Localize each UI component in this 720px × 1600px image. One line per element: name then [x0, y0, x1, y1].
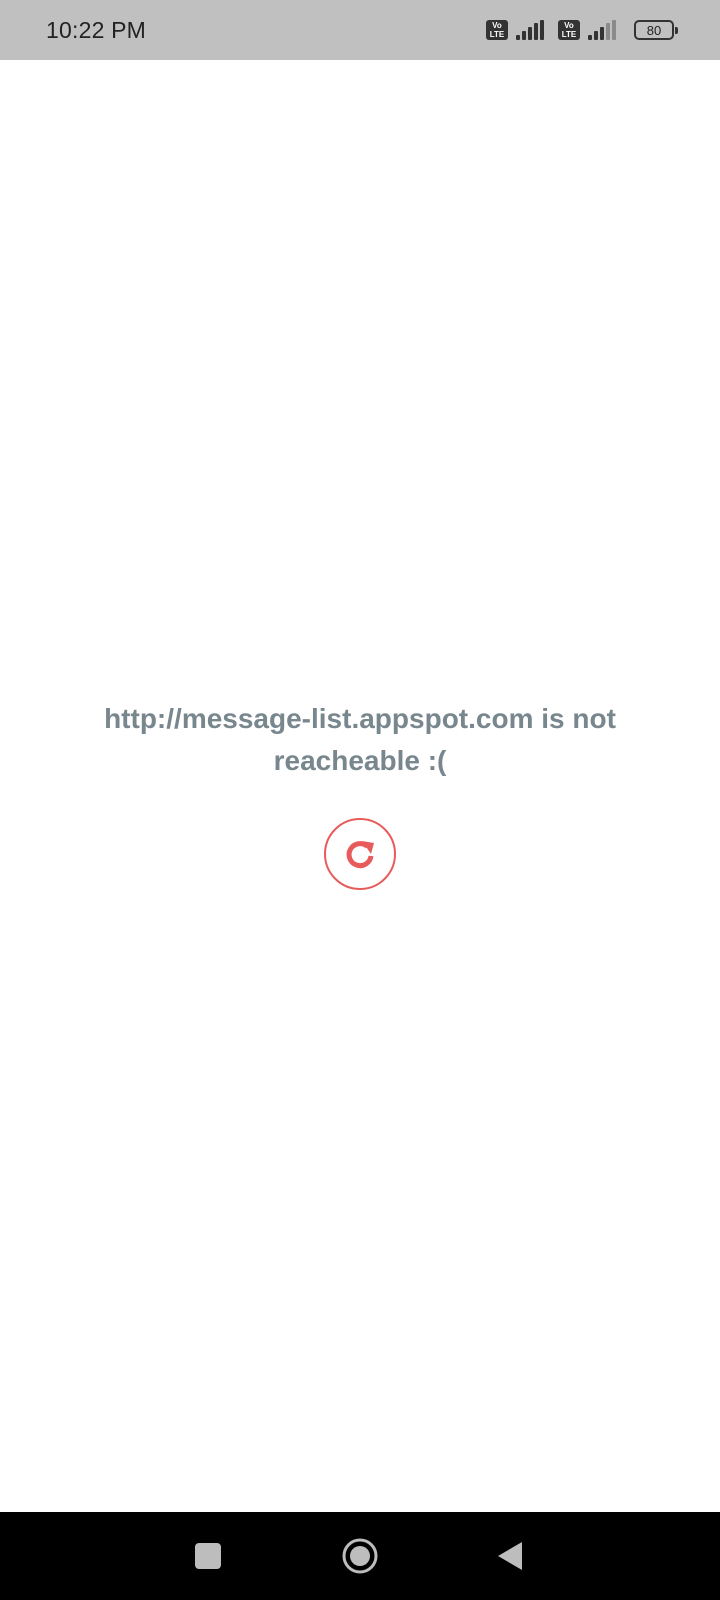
volte-icon: Vo LTE	[558, 20, 580, 40]
status-time: 10:22 PM	[46, 16, 147, 43]
status-icons: Vo LTE Vo LTE 80	[486, 20, 678, 40]
circle-icon	[342, 1538, 378, 1574]
home-button[interactable]	[330, 1512, 390, 1600]
triangle-back-icon	[498, 1542, 522, 1570]
back-button[interactable]	[480, 1512, 540, 1600]
reload-icon	[346, 841, 374, 869]
main-content: http://message-list.appspot.com is not r…	[0, 60, 720, 1512]
battery-level: 80	[646, 22, 662, 38]
battery-icon: 80	[634, 20, 678, 40]
recents-button[interactable]	[178, 1512, 238, 1600]
signal-strength-icon	[588, 20, 622, 40]
square-icon	[195, 1543, 221, 1569]
signal-strength-icon	[516, 20, 550, 40]
reload-button[interactable]	[324, 818, 396, 890]
error-message: http://message-list.appspot.com is not r…	[104, 703, 616, 776]
status-bar: 10:22 PM Vo LTE Vo LTE 80	[0, 0, 720, 60]
volte-icon: Vo LTE	[486, 20, 508, 40]
navigation-bar	[0, 1512, 720, 1600]
